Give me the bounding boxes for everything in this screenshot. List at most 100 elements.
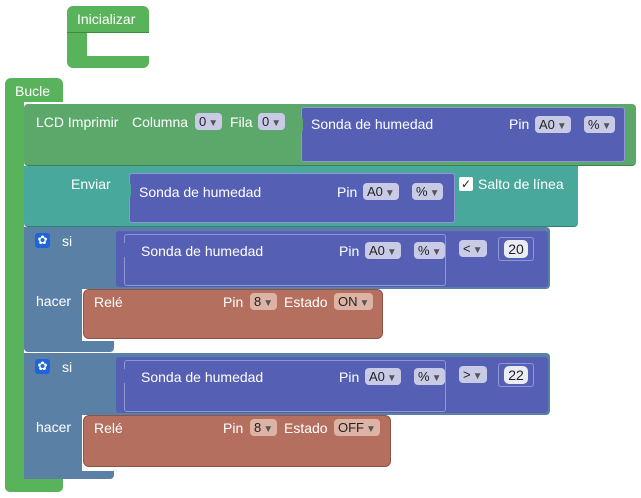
gear-icon[interactable]: ✿ bbox=[35, 233, 50, 248]
newline-label: Salto de línea bbox=[478, 176, 564, 192]
lcd-sensor-pin-dropdown[interactable]: A0 ▼ bbox=[535, 116, 571, 133]
if-1-sensor-unit-dropdown[interactable]: % ▼ bbox=[414, 242, 446, 259]
if-block-1-footer bbox=[24, 341, 114, 352]
input-connector bbox=[118, 369, 126, 383]
init-block-header: Inicializar bbox=[67, 6, 149, 33]
if-2-relay-label: Relé bbox=[94, 420, 123, 436]
if-2-sensor-pin-dropdown[interactable]: A0 ▼ bbox=[365, 368, 401, 385]
newline-checkbox[interactable]: ✓ bbox=[459, 177, 473, 191]
lcd-column-dropdown[interactable]: 0 ▼ bbox=[195, 113, 223, 130]
send-sensor-pin-label: Pin bbox=[337, 184, 358, 200]
if-1-relay-state-label: Estado bbox=[284, 294, 328, 310]
send-sensor-unit-dropdown[interactable]: % ▼ bbox=[412, 183, 444, 200]
lcd-sensor-label: Sonda de humedad bbox=[311, 116, 434, 132]
lcd-column-value: 0 bbox=[199, 114, 207, 129]
lcd-print-label: LCD Imprimir bbox=[36, 114, 119, 130]
if-2-sensor-label: Sonda de humedad bbox=[141, 369, 264, 385]
if-2-relay-pin-dropdown[interactable]: 8 ▼ bbox=[250, 419, 278, 436]
init-block[interactable]: Inicializar bbox=[67, 6, 149, 68]
if-2-number-block[interactable]: 22 bbox=[498, 363, 534, 387]
chevron-down-icon: ▼ bbox=[429, 188, 440, 199]
if-1-number-block[interactable]: 20 bbox=[498, 237, 534, 261]
chevron-down-icon: ▼ bbox=[431, 373, 442, 384]
if-1-sensor-block[interactable]: Sonda de humedad Pin A0 ▼ % ▼ bbox=[118, 234, 446, 286]
compare-block-1[interactable]: Sonda de humedad Pin A0 ▼ % ▼ < ▼ 20 bbox=[116, 231, 548, 287]
if-1-sensor-pin-dropdown[interactable]: A0 ▼ bbox=[365, 242, 401, 259]
chevron-down-icon: ▼ bbox=[263, 424, 274, 435]
if-1-label: si bbox=[62, 233, 73, 249]
if-2-label: si bbox=[62, 359, 73, 375]
send-sensor-label: Sonda de humedad bbox=[139, 184, 262, 200]
loop-block-footer bbox=[5, 478, 63, 492]
lcd-row-value: 0 bbox=[262, 114, 270, 129]
chevron-down-icon: ▼ bbox=[472, 245, 483, 256]
compare-block-2[interactable]: Sonda de humedad Pin A0 ▼ % ▼ > ▼ 22 bbox=[116, 357, 548, 413]
if-1-operator-value: < bbox=[463, 241, 471, 256]
lcd-sensor-pin-value: A0 bbox=[539, 117, 555, 132]
if-block-1-spine bbox=[24, 227, 82, 349]
chevron-down-icon: ▼ bbox=[556, 121, 567, 132]
lcd-sensor-block[interactable]: Sonda de humedad Pin A0 ▼ % ▼ bbox=[295, 107, 625, 162]
if-1-relay-pin-dropdown[interactable]: 8 ▼ bbox=[250, 293, 278, 310]
if-2-sensor-unit-value: % bbox=[418, 369, 430, 384]
if-1-do-label: hacer bbox=[36, 293, 72, 309]
chevron-down-icon: ▼ bbox=[601, 121, 612, 132]
if-2-operator-dropdown[interactable]: > ▼ bbox=[459, 366, 487, 383]
if-2-sensor-pin-label: Pin bbox=[339, 369, 360, 385]
if-1-sensor-label: Sonda de humedad bbox=[141, 243, 264, 259]
chevron-down-icon: ▼ bbox=[263, 298, 274, 309]
if-1-sensor-unit-value: % bbox=[418, 243, 430, 258]
if-block-2-spine bbox=[24, 353, 82, 479]
if-1-threshold-field[interactable]: 20 bbox=[504, 240, 528, 258]
chevron-down-icon: ▼ bbox=[359, 298, 370, 309]
if-block-2[interactable]: ✿ si hacer Sonda de humedad Pin A0 ▼ % ▼ >… bbox=[24, 353, 550, 479]
if-2-relay-state-value: OFF bbox=[338, 420, 364, 435]
lcd-column-label: Columna bbox=[132, 114, 189, 130]
send-sensor-pin-dropdown[interactable]: A0 ▼ bbox=[363, 183, 399, 200]
loop-block-header: Bucle bbox=[5, 78, 63, 102]
lcd-sensor-unit-dropdown[interactable]: % ▼ bbox=[584, 116, 616, 133]
if-1-relay-label: Relé bbox=[94, 294, 123, 310]
gear-icon[interactable]: ✿ bbox=[35, 359, 50, 374]
if-1-relay-state-dropdown[interactable]: ON ▼ bbox=[334, 293, 374, 310]
lcd-sensor-pin-label: Pin bbox=[509, 116, 530, 132]
chevron-down-icon: ▼ bbox=[431, 247, 442, 258]
lcd-sensor-unit-value: % bbox=[588, 117, 600, 132]
input-connector bbox=[123, 183, 131, 197]
input-connector bbox=[295, 118, 303, 132]
if-2-relay-state-dropdown[interactable]: OFF ▼ bbox=[334, 419, 380, 436]
if-2-do-label: hacer bbox=[36, 419, 72, 435]
if-1-relay-state-value: ON bbox=[338, 294, 358, 309]
if-2-sensor-pin-value: A0 bbox=[369, 369, 385, 384]
if-block-1[interactable]: ✿ si hacer Sonda de humedad Pin A0 ▼ % ▼ <… bbox=[24, 227, 550, 352]
if-2-relay-pin-label: Pin bbox=[223, 420, 244, 436]
chevron-down-icon: ▼ bbox=[386, 247, 397, 258]
if-block-2-footer bbox=[24, 471, 114, 479]
if-2-sensor-unit-dropdown[interactable]: % ▼ bbox=[414, 368, 446, 385]
input-connector bbox=[118, 243, 126, 257]
if-1-sensor-pin-value: A0 bbox=[369, 243, 385, 258]
init-block-label: Inicializar bbox=[77, 11, 136, 27]
chevron-down-icon: ▼ bbox=[271, 118, 282, 129]
if-2-relay-block[interactable]: Relé Pin 8 ▼ Estado OFF ▼ bbox=[83, 415, 391, 467]
if-2-sensor-block[interactable]: Sonda de humedad Pin A0 ▼ % ▼ bbox=[118, 360, 446, 412]
if-2-threshold-field[interactable]: 22 bbox=[504, 366, 528, 384]
if-1-operator-dropdown[interactable]: < ▼ bbox=[459, 240, 487, 257]
loop-block-spine bbox=[5, 100, 24, 492]
if-1-relay-pin-value: 8 bbox=[254, 294, 262, 309]
if-1-relay-pin-label: Pin bbox=[223, 294, 244, 310]
send-block[interactable]: Enviar Sonda de humedad Pin A0 ▼ % ▼ ✓ Sal… bbox=[24, 166, 578, 227]
if-1-relay-block[interactable]: Relé Pin 8 ▼ Estado ON ▼ bbox=[83, 289, 383, 339]
if-2-relay-pin-value: 8 bbox=[254, 420, 262, 435]
lcd-row-dropdown[interactable]: 0 ▼ bbox=[258, 113, 286, 130]
loop-block-label: Bucle bbox=[15, 83, 51, 99]
if-2-relay-state-label: Estado bbox=[284, 420, 328, 436]
chevron-down-icon: ▼ bbox=[386, 373, 397, 384]
lcd-print-block[interactable]: LCD Imprimir Columna 0 ▼ Fila 0 ▼ Sonda de… bbox=[24, 104, 636, 166]
send-sensor-block[interactable]: Sonda de humedad Pin A0 ▼ % ▼ bbox=[123, 173, 455, 223]
chevron-down-icon: ▼ bbox=[366, 424, 376, 435]
lcd-row-label: Fila bbox=[230, 114, 253, 130]
chevron-down-icon: ▼ bbox=[472, 371, 483, 382]
chevron-down-icon: ▼ bbox=[208, 118, 219, 129]
send-sensor-unit-value: % bbox=[416, 184, 428, 199]
